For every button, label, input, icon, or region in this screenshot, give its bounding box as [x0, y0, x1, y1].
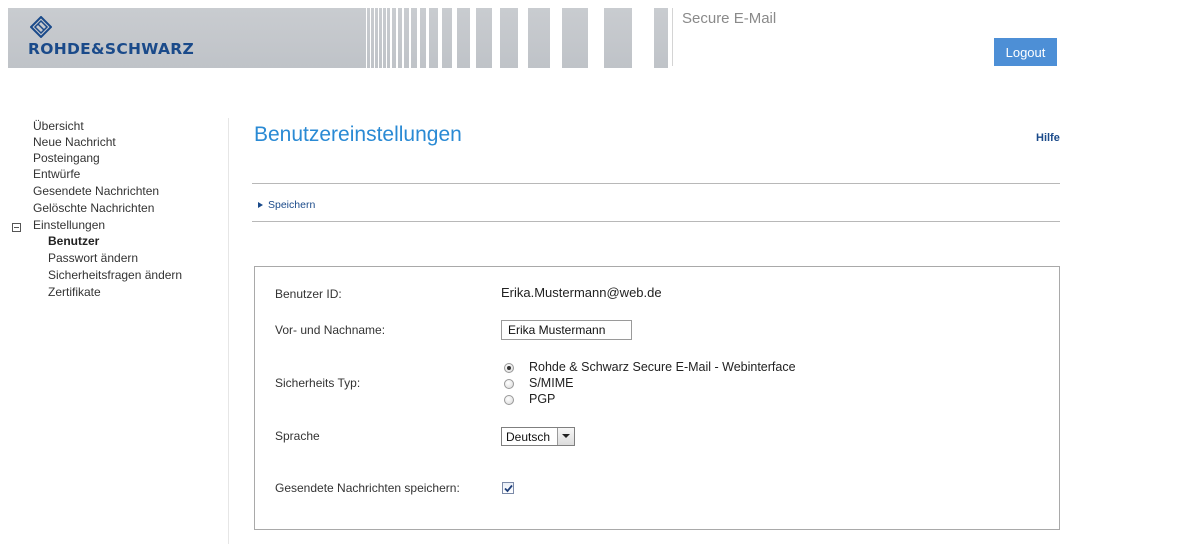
language-label: Sprache — [275, 429, 320, 443]
sidebar-divider — [228, 118, 229, 544]
radio-smime[interactable] — [504, 379, 514, 389]
sidebar-subitem-benutzer[interactable]: Benutzer — [48, 233, 99, 249]
brand-text: ROHDE&SCHWARZ — [28, 40, 195, 58]
user-id-value: Erika.Mustermann@web.de — [501, 285, 662, 300]
radio-pgp-label: PGP — [529, 392, 556, 406]
header: ROHDE&SCHWARZ Secure E-Mail Logout — [0, 0, 1186, 68]
security-type-label: Sicherheits Typ: — [275, 376, 361, 390]
language-select-value: Deutsch — [506, 430, 551, 444]
sidebar-subitem-zertifikate[interactable]: Zertifikate — [48, 284, 101, 300]
help-link[interactable]: Hilfe — [1036, 132, 1060, 144]
name-label: Vor- und Nachname: — [275, 323, 386, 337]
divider-top — [252, 183, 1060, 184]
header-divider — [672, 8, 673, 66]
divider-bottom — [252, 221, 1060, 222]
sidebar-subitem-sicherheitsfragen[interactable]: Sicherheitsfragen ändern — [48, 267, 182, 283]
collapse-icon[interactable] — [12, 223, 21, 232]
radio-webinterface-label: Rohde & Schwarz Secure E-Mail - Webinter… — [529, 360, 796, 374]
rs-diamond-icon — [30, 16, 52, 38]
sidebar-item-uebersicht[interactable]: Übersicht — [33, 118, 84, 134]
save-sent-label: Gesendete Nachrichten speichern: — [275, 481, 460, 495]
chevron-down-icon[interactable] — [557, 428, 574, 445]
save-sent-checkbox[interactable] — [502, 482, 514, 494]
language-select[interactable]: Deutsch — [501, 427, 575, 446]
sidebar-item-posteingang[interactable]: Posteingang — [33, 150, 100, 166]
sidebar-subitem-passwort[interactable]: Passwort ändern — [48, 250, 138, 266]
save-link[interactable]: Speichern — [258, 199, 315, 211]
sidebar-item-entwuerfe[interactable]: Entwürfe — [33, 166, 80, 182]
checkmark-icon — [504, 484, 513, 493]
app-title: Secure E-Mail — [682, 10, 777, 27]
sidebar-item-geloeschte[interactable]: Gelöschte Nachrichten — [33, 200, 154, 216]
sidebar-item-gesendete[interactable]: Gesendete Nachrichten — [33, 183, 159, 199]
name-input[interactable] — [501, 320, 632, 340]
brand-logo: ROHDE&SCHWARZ — [28, 16, 208, 60]
sidebar-item-einstellungen[interactable]: Einstellungen — [33, 217, 105, 233]
user-id-label: Benutzer ID: — [275, 287, 342, 301]
header-stripes — [366, 8, 666, 68]
save-link-label: Speichern — [268, 199, 316, 211]
radio-smime-label: S/MIME — [529, 376, 574, 390]
radio-webinterface[interactable] — [504, 363, 514, 373]
sidebar-item-neue-nachricht[interactable]: Neue Nachricht — [33, 134, 116, 150]
radio-pgp[interactable] — [504, 395, 514, 405]
logout-button[interactable]: Logout — [994, 38, 1057, 66]
arrow-right-icon — [258, 202, 263, 208]
page-title: Benutzereinstellungen — [254, 123, 462, 146]
